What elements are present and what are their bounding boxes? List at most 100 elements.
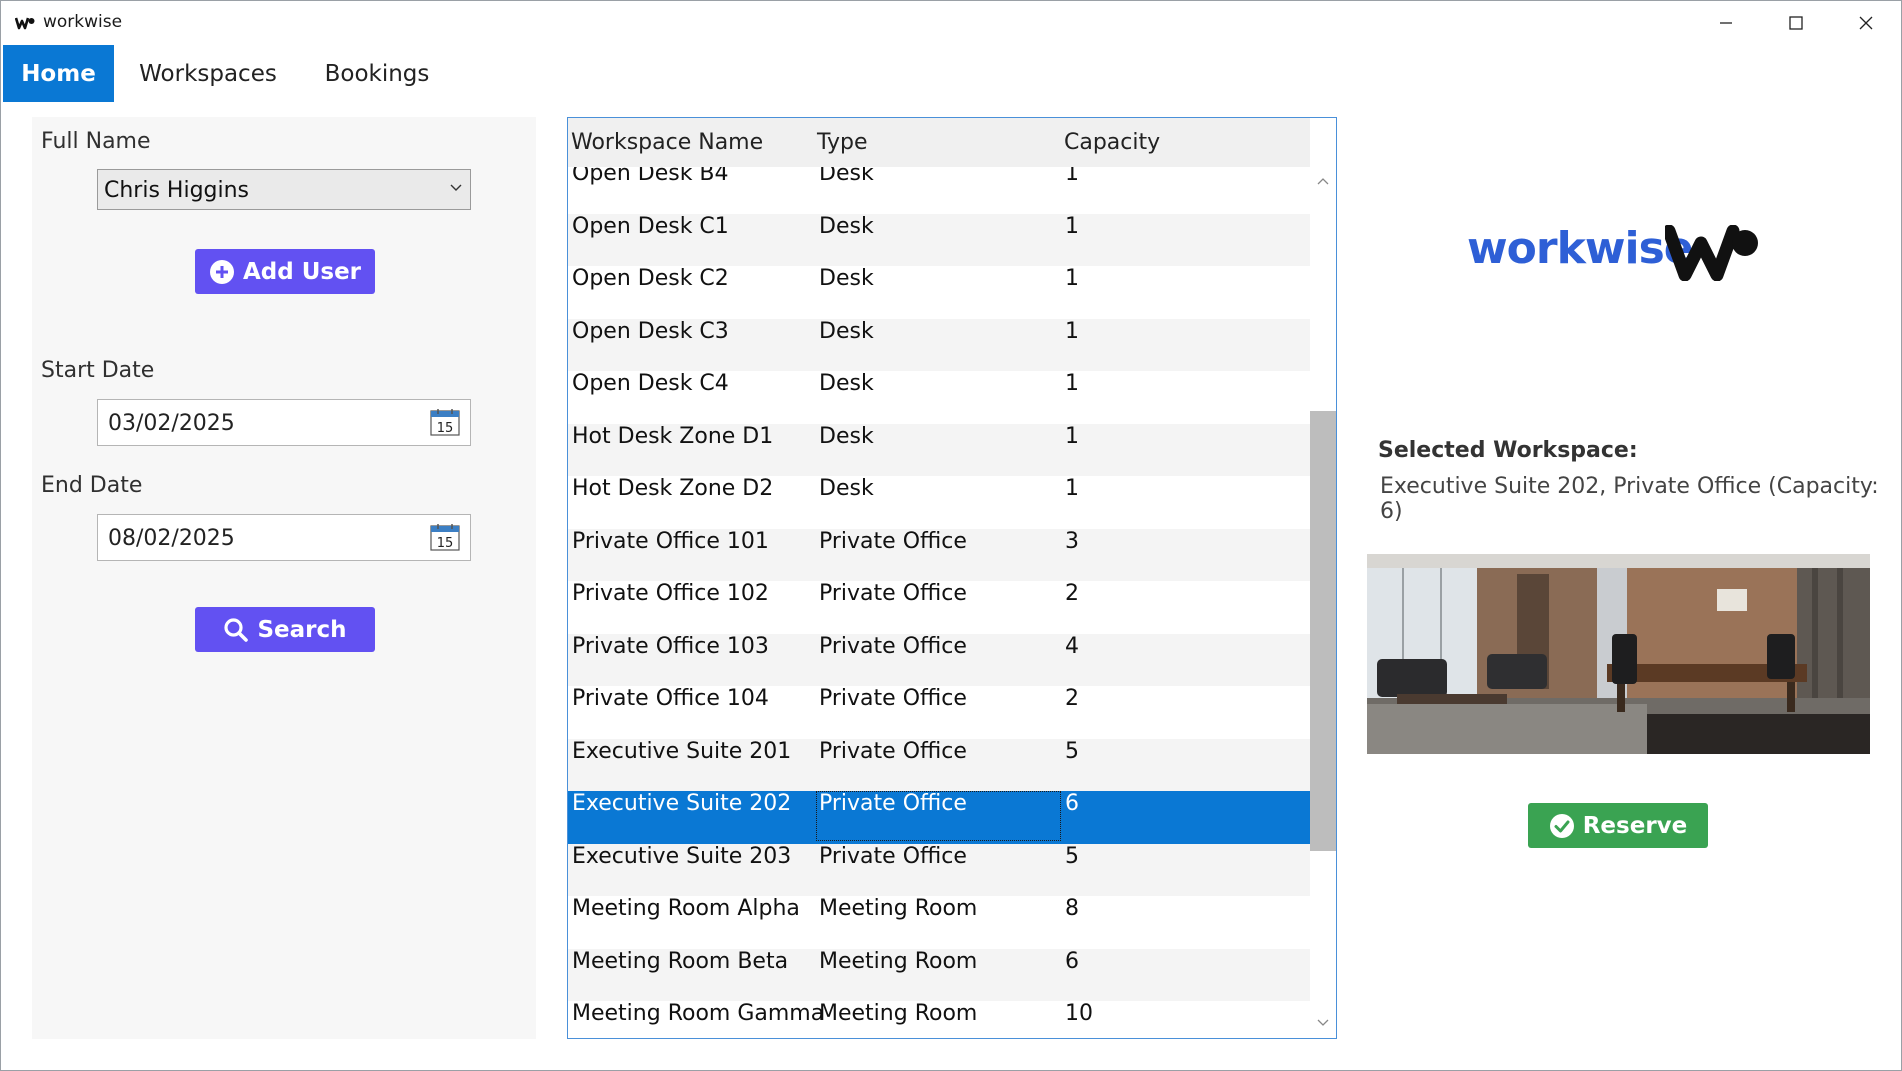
cell-capacity: 10 <box>1065 1001 1093 1026</box>
table-row[interactable]: Open Desk C1 Desk 1 <box>568 213 1310 266</box>
grid-body: Open Desk B4 Desk 1 Open Desk C1 Desk 1 Open D… <box>568 167 1310 1038</box>
scrollbar-thumb[interactable] <box>1310 411 1336 851</box>
grid-scrollbar[interactable] <box>1310 167 1336 1038</box>
search-label: Search <box>257 616 347 643</box>
start-date-picker[interactable]: 03/02/2025 15 <box>97 399 471 446</box>
cell-capacity: 1 <box>1065 423 1079 449</box>
table-row[interactable]: Hot Desk Zone D2 Desk 1 <box>568 476 1310 529</box>
app-logo-icon <box>15 17 35 30</box>
add-user-label: Add User <box>242 258 362 285</box>
table-row[interactable]: Executive Suite 202 Private Office 6 <box>568 791 1310 844</box>
cell-focus-indicator <box>816 791 1061 841</box>
table-row[interactable]: Hot Desk Zone D1 Desk 1 <box>568 423 1310 476</box>
maximize-button[interactable] <box>1761 1 1831 45</box>
table-row[interactable]: Open Desk C2 Desk 1 <box>568 266 1310 319</box>
start-date-value: 03/02/2025 <box>108 411 235 436</box>
cell-type: Desk <box>819 476 874 501</box>
app-window: workwise Home Workspaces Bookings Full N… <box>0 0 1902 1071</box>
cell-type: Desk <box>819 371 874 396</box>
cell-type: Private Office <box>819 686 967 711</box>
column-header-name[interactable]: Workspace Name <box>571 130 763 155</box>
column-header-capacity[interactable]: Capacity <box>1064 130 1160 155</box>
workwise-mark-icon <box>1665 225 1758 281</box>
cell-type: Meeting Room <box>819 1001 978 1026</box>
cell-capacity: 5 <box>1065 843 1079 869</box>
cell-type: Desk <box>819 266 874 291</box>
cell-capacity: 2 <box>1065 581 1079 606</box>
full-name-label: Full Name <box>41 129 151 154</box>
cell-workspace-name: Open Desk C1 <box>572 213 729 239</box>
end-date-value: 08/02/2025 <box>108 526 235 551</box>
cell-type: Private Office <box>819 581 967 606</box>
cell-type: Private Office <box>819 633 967 659</box>
cell-workspace-name: Hot Desk Zone D2 <box>572 476 774 501</box>
start-date-label: Start Date <box>41 358 155 383</box>
cell-workspace-name: Meeting Room Alpha <box>572 896 800 921</box>
cell-workspace-name: Private Office 102 <box>572 581 769 606</box>
svg-text:15: 15 <box>437 421 454 436</box>
scroll-up-arrow-icon[interactable] <box>1317 177 1329 185</box>
cell-type: Desk <box>819 318 874 344</box>
cell-capacity: 1 <box>1065 318 1079 344</box>
table-row[interactable]: Private Office 103 Private Office 4 <box>568 633 1310 686</box>
calendar-icon[interactable]: 15 <box>430 523 460 551</box>
minimize-icon <box>1720 22 1732 24</box>
cell-workspace-name: Hot Desk Zone D1 <box>572 423 774 449</box>
cell-workspace-name: Open Desk C2 <box>572 266 729 291</box>
grid-header: Workspace Name Type Capacity <box>568 118 1310 167</box>
close-button[interactable] <box>1831 1 1901 45</box>
end-date-picker[interactable]: 08/02/2025 15 <box>97 514 471 561</box>
calendar-icon[interactable]: 15 <box>430 408 460 436</box>
reserve-label: Reserve <box>1582 812 1688 839</box>
table-row[interactable]: Open Desk C3 Desk 1 <box>568 318 1310 371</box>
cell-capacity: 5 <box>1065 738 1079 764</box>
column-header-type[interactable]: Type <box>817 130 868 155</box>
cell-type: Desk <box>819 213 874 239</box>
table-row[interactable]: Meeting Room Gamma Meeting Room 10 <box>568 1001 1310 1038</box>
add-user-button[interactable]: Add User <box>195 249 375 294</box>
cell-type: Private Office <box>819 738 967 764</box>
workspace-grid[interactable]: Workspace Name Type Capacity Open Desk B… <box>567 117 1337 1039</box>
table-row[interactable]: Private Office 102 Private Office 2 <box>568 581 1310 634</box>
search-button[interactable]: Search <box>195 607 375 652</box>
cell-type: Meeting Room <box>819 948 978 974</box>
tab-bookings[interactable]: Bookings <box>305 45 449 102</box>
table-row[interactable]: Meeting Room Beta Meeting Room 6 <box>568 948 1310 1001</box>
cell-workspace-name: Meeting Room Beta <box>572 948 789 974</box>
tab-home[interactable]: Home <box>3 45 114 102</box>
workwise-logo: workwise <box>1467 223 1767 283</box>
cell-workspace-name: Open Desk B4 <box>572 167 729 186</box>
cell-capacity: 6 <box>1065 948 1079 974</box>
cell-workspace-name: Private Office 101 <box>572 528 769 554</box>
full-name-value: Chris Higgins <box>104 178 250 203</box>
chevron-down-icon <box>450 184 462 191</box>
table-row[interactable]: Executive Suite 203 Private Office 5 <box>568 843 1310 896</box>
full-name-dropdown[interactable]: Chris Higgins <box>97 169 471 210</box>
cell-workspace-name: Open Desk C4 <box>572 371 729 396</box>
table-row[interactable]: Private Office 104 Private Office 2 <box>568 686 1310 739</box>
cell-capacity: 2 <box>1065 686 1079 711</box>
cell-capacity: 8 <box>1065 896 1079 921</box>
table-row[interactable]: Meeting Room Alpha Meeting Room 8 <box>568 896 1310 949</box>
cell-type: Desk <box>819 423 874 449</box>
logo-text: workwise <box>1467 223 1694 274</box>
cell-capacity: 1 <box>1065 371 1079 396</box>
table-row[interactable]: Open Desk C4 Desk 1 <box>568 371 1310 424</box>
scroll-down-arrow-icon[interactable] <box>1317 1019 1329 1027</box>
tab-workspaces[interactable]: Workspaces <box>127 45 289 102</box>
table-row[interactable]: Private Office 101 Private Office 3 <box>568 528 1310 581</box>
tab-bar: Home Workspaces Bookings <box>1 45 1901 102</box>
cell-type: Private Office <box>819 843 967 869</box>
table-row[interactable]: Open Desk B4 Desk 1 <box>568 167 1310 214</box>
table-row[interactable]: Executive Suite 201 Private Office 5 <box>568 738 1310 791</box>
window-title: workwise <box>43 12 123 32</box>
cell-workspace-name: Private Office 103 <box>572 633 769 659</box>
cell-type: Private Office <box>819 528 967 554</box>
cell-workspace-name: Meeting Room Gamma <box>572 1001 825 1026</box>
reserve-button[interactable]: Reserve <box>1528 803 1708 848</box>
cell-capacity: 1 <box>1065 213 1079 239</box>
workspace-photo <box>1367 554 1870 754</box>
close-icon <box>1859 16 1873 30</box>
plus-circle-icon <box>209 259 234 284</box>
minimize-button[interactable] <box>1691 1 1761 45</box>
